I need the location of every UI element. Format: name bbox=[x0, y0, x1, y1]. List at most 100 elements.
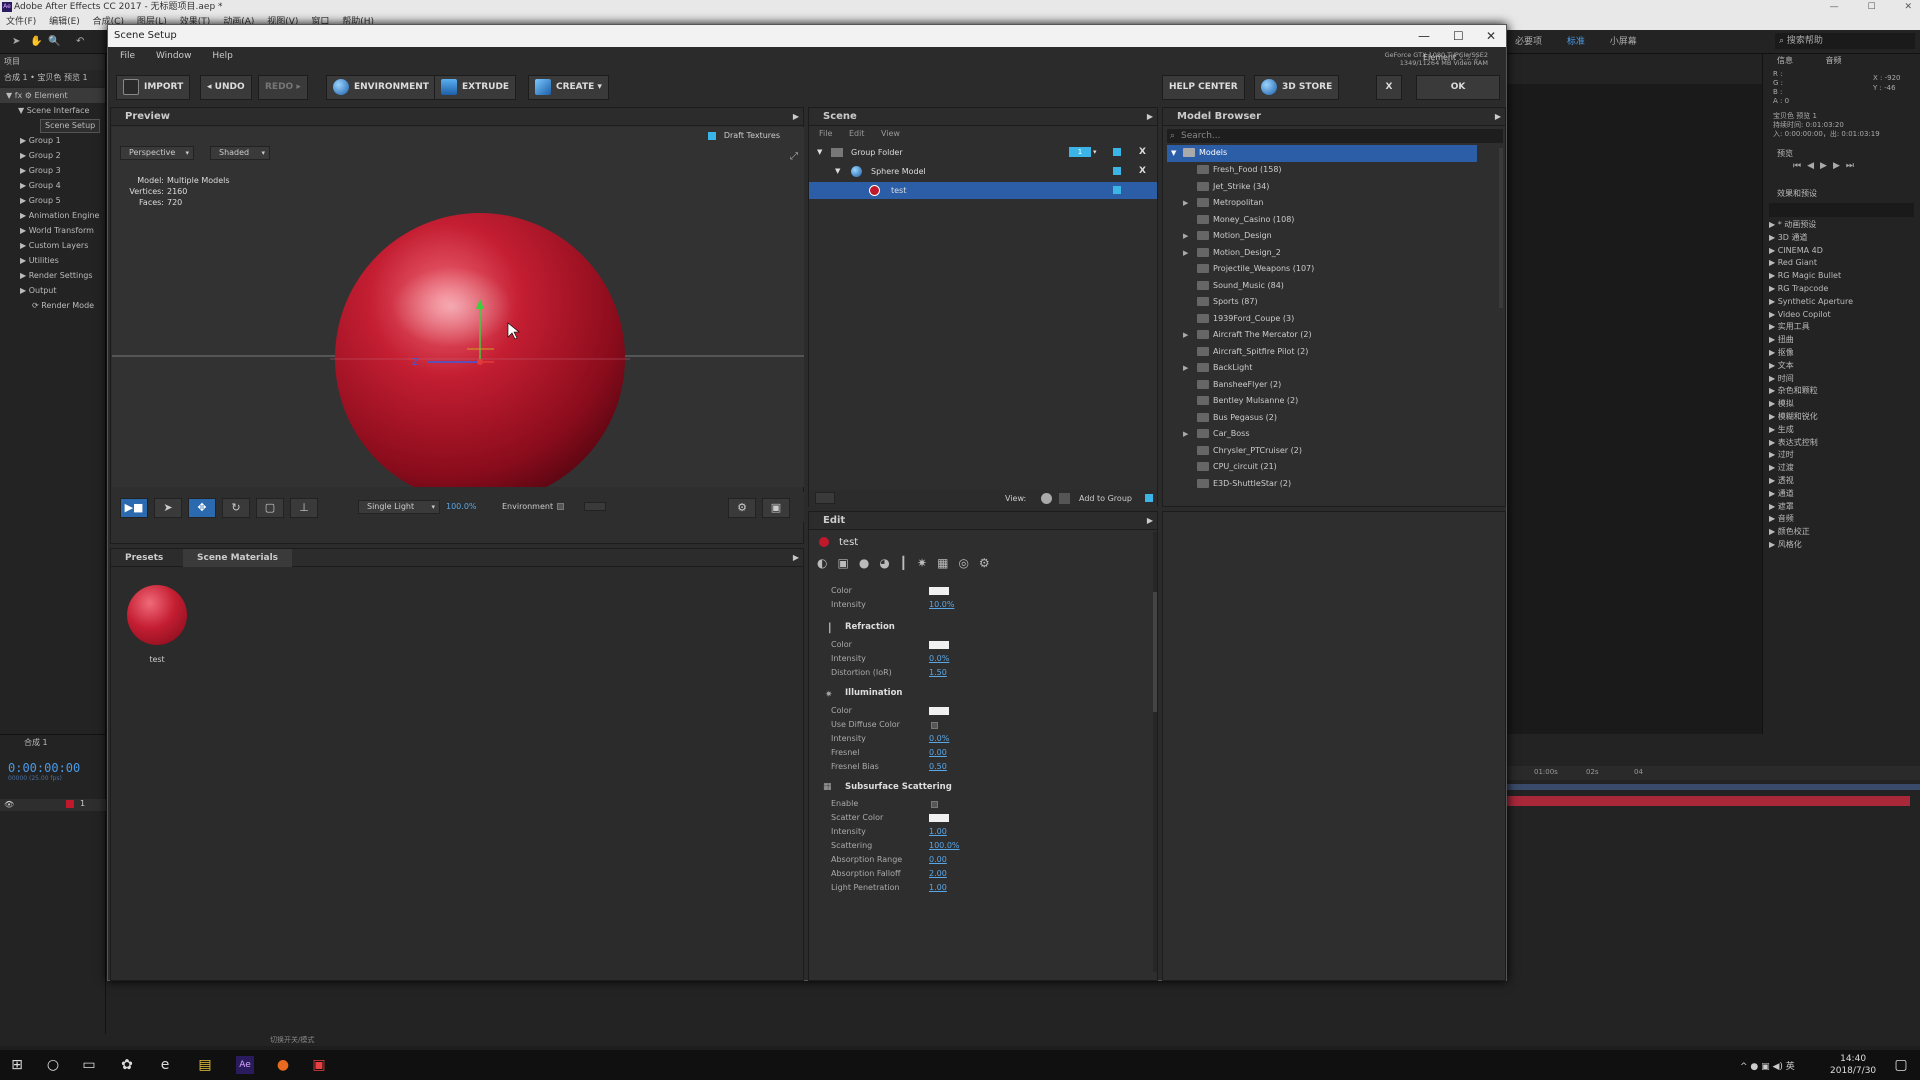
model-folder-item[interactable]: ▶ BackLight bbox=[1163, 360, 1483, 377]
basic-settings-icon[interactable]: ◐ bbox=[817, 556, 837, 570]
tab-scene-materials[interactable]: Scene Materials bbox=[183, 549, 293, 567]
tree-render-mode[interactable]: ⟳ Render Mode bbox=[0, 298, 105, 313]
visibility-toggle[interactable] bbox=[1113, 167, 1121, 175]
light-penetration-value[interactable]: 1.00 bbox=[929, 883, 947, 892]
effect-category[interactable]: ▶ 音频 bbox=[1763, 513, 1920, 526]
task-view-icon[interactable]: ▭ bbox=[80, 1056, 98, 1074]
dialog-menu-help[interactable]: Help bbox=[212, 51, 233, 61]
model-folder-item[interactable]: Aircraft_Spitfire Pilot (2) bbox=[1163, 344, 1483, 361]
color-swatch[interactable] bbox=[929, 587, 949, 595]
effect-category[interactable]: ▶ Red Giant bbox=[1763, 257, 1920, 270]
tree-scene-interface[interactable]: ▼ Scene Interface bbox=[0, 103, 105, 118]
dialog-maximize-icon[interactable]: ☐ bbox=[1453, 25, 1464, 47]
illumination-intensity-value[interactable]: 0.0% bbox=[929, 734, 949, 743]
illumination-icon[interactable]: ✷ bbox=[917, 556, 937, 570]
absorption-falloff-value[interactable]: 2.00 bbox=[929, 869, 947, 878]
3d-viewport[interactable]: Draft Textures Perspective ▾ Shaded ▾ Mode… bbox=[112, 127, 804, 487]
effect-category[interactable]: ▶ 过时 bbox=[1763, 449, 1920, 462]
app-icon[interactable]: ✿ bbox=[118, 1056, 136, 1074]
effect-element-row[interactable]: ▼ fx ⚙ Element bbox=[0, 88, 105, 103]
edit-scrollbar-thumb[interactable] bbox=[1153, 592, 1157, 712]
model-folder-item[interactable]: Sound_Music (84) bbox=[1163, 278, 1483, 295]
model-folder-item[interactable]: Sports (87) bbox=[1163, 294, 1483, 311]
scene-row-group-folder[interactable]: ▼ Group Folder 1 ▾ X bbox=[809, 144, 1157, 161]
effect-category[interactable]: ▶ 表达式控制 bbox=[1763, 437, 1920, 450]
effect-category[interactable]: ▶ 扭曲 bbox=[1763, 334, 1920, 347]
ae-minimize-icon[interactable]: — bbox=[1830, 2, 1839, 12]
refraction-color-swatch[interactable] bbox=[929, 641, 949, 649]
reflection-icon[interactable]: ◕ bbox=[879, 556, 899, 570]
dialog-menu-file[interactable]: File bbox=[120, 51, 135, 61]
ae-close-icon[interactable]: ✕ bbox=[1904, 2, 1912, 12]
expand-arrow-icon[interactable]: ▶ bbox=[1183, 327, 1188, 344]
new-folder-button[interactable] bbox=[815, 492, 835, 504]
effect-category[interactable]: ▶ 透视 bbox=[1763, 475, 1920, 488]
effect-category[interactable]: ▶ RG Trapcode bbox=[1763, 283, 1920, 296]
effect-category[interactable]: ▶ Video Copilot bbox=[1763, 309, 1920, 322]
add-to-group-toggle[interactable] bbox=[1145, 494, 1153, 502]
effect-category[interactable]: ▶ 模糊和锐化 bbox=[1763, 411, 1920, 424]
panel-arrow-icon[interactable]: ▶ bbox=[793, 108, 799, 126]
hand-tool-icon[interactable]: ✋ bbox=[30, 36, 42, 48]
model-folder-item[interactable]: BansheeFlyer (2) bbox=[1163, 377, 1483, 394]
model-folder-item[interactable]: ▶ Metropolitan bbox=[1163, 195, 1483, 212]
section-illumination[interactable]: Illumination bbox=[845, 688, 902, 698]
ae-toggle-switches-modes[interactable]: 切换开关/模式 bbox=[270, 1034, 314, 1046]
effect-category[interactable]: ▶ 3D 通道 bbox=[1763, 232, 1920, 245]
ae-menu-file[interactable]: 文件(F) bbox=[6, 17, 36, 27]
render-settings-button[interactable]: ⚙ bbox=[728, 498, 756, 518]
texture-icon[interactable]: ▣ bbox=[837, 556, 858, 570]
clock[interactable]: 14:40 2018/7/30 bbox=[1830, 1053, 1876, 1077]
scattering-value[interactable]: 100.0% bbox=[929, 841, 960, 850]
workspace-essentials[interactable]: 必要项 bbox=[1515, 37, 1542, 47]
import-button[interactable]: IMPORT bbox=[116, 75, 191, 100]
panel-arrow-icon[interactable]: ▶ bbox=[793, 553, 799, 562]
model-folder-item[interactable]: ▶ Motion_Design_2 bbox=[1163, 245, 1483, 262]
expand-arrow-icon[interactable]: ▼ bbox=[817, 144, 822, 161]
zoom-tool-icon[interactable]: 🔍 bbox=[48, 36, 60, 48]
tree-group-1[interactable]: ▶ Group 1 bbox=[0, 133, 105, 148]
scatter-color-swatch[interactable] bbox=[929, 814, 949, 822]
ae-project-tab[interactable]: 项目 bbox=[0, 54, 105, 70]
redo-button[interactable]: REDO ▸ bbox=[258, 75, 308, 100]
ae-audio-tab[interactable]: 音频 bbox=[1826, 56, 1842, 65]
view-options-icon[interactable] bbox=[1059, 493, 1070, 504]
ae-preview-tab[interactable]: 预览 bbox=[1763, 147, 1920, 161]
ae-menu-edit[interactable]: 编辑(E) bbox=[49, 17, 80, 27]
effect-category[interactable]: ▶ 风格化 bbox=[1763, 539, 1920, 552]
effect-category[interactable]: ▶ RG Magic Bullet bbox=[1763, 270, 1920, 283]
panel-arrow-icon[interactable]: ▶ bbox=[1147, 108, 1153, 126]
help-center-button[interactable]: HELP CENTER bbox=[1162, 75, 1245, 100]
tree-custom-layers[interactable]: ▶ Custom Layers bbox=[0, 238, 105, 253]
create-button[interactable]: CREATE ▾ bbox=[528, 75, 609, 100]
scene-row-material-test[interactable]: test bbox=[809, 182, 1157, 199]
dialog-menu-window[interactable]: Window bbox=[156, 51, 192, 61]
model-folder-item[interactable]: Bus Pegasus (2) bbox=[1163, 410, 1483, 427]
model-folder-item[interactable]: 1939Ford_Coupe (3) bbox=[1163, 311, 1483, 328]
model-folder-item[interactable]: Bentley Mulsanne (2) bbox=[1163, 393, 1483, 410]
scene-menu-edit[interactable]: Edit bbox=[849, 129, 865, 138]
delete-x-button[interactable]: X bbox=[1139, 144, 1146, 161]
shading-icon[interactable]: ● bbox=[859, 556, 879, 570]
material-property-tabs[interactable]: ◐▣●◕┃✷▦◎⚙ bbox=[817, 556, 1057, 576]
tree-group-2[interactable]: ▶ Group 2 bbox=[0, 148, 105, 163]
sss-icon[interactable]: ▦ bbox=[937, 556, 958, 570]
firefox-icon[interactable]: ● bbox=[274, 1056, 292, 1074]
ae-preview-controls[interactable]: ⏮◀▶▶⏭ bbox=[1763, 161, 1920, 181]
ie-icon[interactable]: e bbox=[156, 1056, 174, 1074]
light-intensity-value[interactable]: 100.0% bbox=[446, 502, 477, 511]
refraction-intensity-value[interactable]: 0.0% bbox=[929, 654, 949, 663]
model-folder-item[interactable]: Projectile_Weapons (107) bbox=[1163, 261, 1483, 278]
move-tool-button[interactable]: ✥ bbox=[188, 498, 216, 518]
ae-scene-setup-button[interactable]: Scene Setup bbox=[40, 119, 101, 133]
effect-category[interactable]: ▶ 模拟 bbox=[1763, 398, 1920, 411]
tree-world-transform[interactable]: ▶ World Transform bbox=[0, 223, 105, 238]
model-scrollbar[interactable] bbox=[1499, 148, 1503, 308]
app-red-icon[interactable]: ▣ bbox=[310, 1056, 328, 1074]
ae-effects-tab[interactable]: 效果和预设 bbox=[1763, 187, 1920, 201]
chevron-down-icon[interactable]: ▾ bbox=[1093, 144, 1097, 161]
workspace-standard[interactable]: 标准 bbox=[1567, 37, 1585, 47]
effect-category[interactable]: ▶ 实用工具 bbox=[1763, 321, 1920, 334]
use-diffuse-color-checkbox[interactable] bbox=[931, 722, 938, 729]
ae-timeline-tab[interactable]: 合成 1 bbox=[0, 735, 105, 751]
